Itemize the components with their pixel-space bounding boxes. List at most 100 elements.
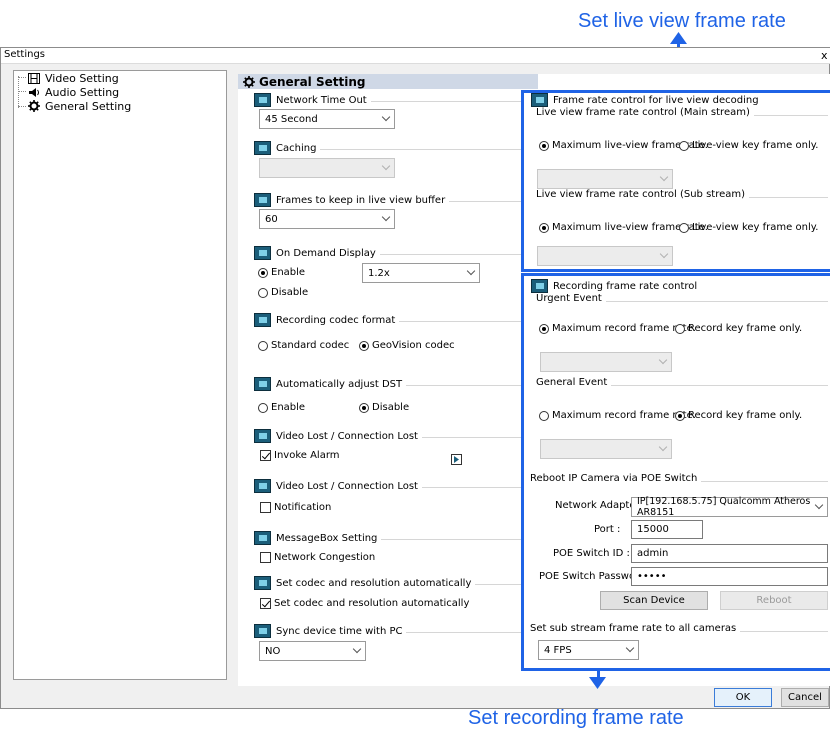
urgent-select[interactable]	[540, 352, 672, 372]
general-setting-panel: General Setting Network Time Out 45 Seco…	[238, 74, 830, 686]
play-arrow-icon[interactable]	[451, 454, 462, 465]
settings-window: Settings x Video Setting Audio Setting G…	[0, 47, 830, 709]
invoke-alarm-checkbox[interactable]: Invoke Alarm	[260, 450, 340, 461]
notification-checkbox[interactable]: Notification	[260, 502, 331, 513]
group-icon	[254, 141, 271, 155]
page-title: General Setting	[259, 74, 366, 89]
group-icon	[531, 279, 548, 293]
urgent-max-radio[interactable]: Maximum record frame rate.	[539, 323, 696, 334]
general-event-select[interactable]	[540, 439, 672, 459]
settings-tree: Video Setting Audio Setting General Sett…	[13, 70, 227, 680]
tree-item-audio[interactable]: Audio Setting	[28, 85, 119, 99]
select-value: NO	[265, 645, 281, 657]
standard-codec-radio[interactable]: Standard codec	[258, 340, 349, 351]
frames-buffer-select[interactable]: 60	[259, 209, 395, 229]
chevron-down-icon	[381, 112, 391, 122]
radio-dot	[675, 410, 685, 421]
group-header: Video Lost / Connection Lost	[254, 479, 422, 493]
radio-label: Standard codec	[271, 340, 350, 351]
checkbox-label: Notification	[274, 502, 332, 513]
sync-time-group: Sync device time with PC	[254, 624, 524, 638]
tree-item-video[interactable]: Video Setting	[28, 71, 119, 85]
ok-button[interactable]: OK	[714, 688, 772, 707]
radio-dot	[679, 222, 689, 233]
group-header: On Demand Display	[254, 246, 380, 260]
live-sub-key-radio[interactable]: Live-view key frame only.	[679, 222, 818, 233]
tree-item-general[interactable]: General Setting	[28, 99, 131, 113]
set-codec-checkbox[interactable]: Set codec and resolution automatically	[260, 598, 469, 609]
radio-dot	[675, 323, 685, 334]
on-demand-group: On Demand Display	[254, 246, 524, 260]
group-label: Urgent Event	[536, 293, 602, 304]
urgent-key-radio[interactable]: Record key frame only.	[675, 323, 802, 334]
checkbox-box	[260, 450, 271, 461]
on-demand-zoom-select[interactable]: 1.2x	[362, 263, 480, 283]
window-title: Settings	[4, 49, 46, 60]
radio-dot	[679, 140, 689, 151]
general-event-group: General Event	[536, 377, 828, 388]
network-adapter-select[interactable]: IP[192.168.5.75] Qualcomm Atheros AR8151	[631, 496, 828, 518]
radio-dot	[258, 267, 268, 278]
group-label: Reboot IP Camera via POE Switch	[530, 473, 698, 484]
poe-password-input[interactable]: •••••	[631, 567, 828, 586]
select-value: IP[192.168.5.75] Qualcomm Atheros AR8151	[637, 496, 811, 518]
group-label: General Event	[536, 377, 608, 388]
radio-label: Disable	[372, 402, 410, 413]
group-label: Live view frame rate control (Sub stream…	[536, 189, 746, 200]
group-icon	[254, 576, 271, 590]
video-lost-notification-group: Video Lost / Connection Lost	[254, 479, 524, 493]
checkbox-label: Invoke Alarm	[274, 450, 340, 461]
poe-group: Reboot IP Camera via POE Switch	[530, 473, 828, 484]
input-value: •••••	[637, 571, 667, 582]
network-congestion-checkbox[interactable]: Network Congestion	[260, 552, 375, 563]
messagebox-group: MessageBox Setting	[254, 531, 524, 545]
cancel-button[interactable]: Cancel	[781, 688, 829, 707]
callout-recording: Set recording frame rate	[468, 707, 684, 729]
group-icon	[254, 479, 271, 493]
chevron-down-icon	[381, 161, 391, 171]
group-header: Urgent Event	[536, 293, 606, 304]
chevron-down-icon	[658, 442, 668, 452]
live-main-select[interactable]	[537, 169, 673, 189]
group-label: Set codec and resolution automatically	[276, 577, 472, 589]
radio-dot	[258, 340, 268, 351]
group-label: Frame rate control for live view decodin…	[553, 94, 759, 106]
caching-select[interactable]	[259, 158, 395, 178]
close-icon[interactable]: x	[821, 49, 828, 62]
radio-label: Record key frame only.	[688, 323, 803, 334]
scan-device-button[interactable]: Scan Device	[600, 591, 708, 610]
live-sub-select[interactable]	[537, 246, 673, 266]
port-input[interactable]: 15000	[631, 520, 703, 539]
group-header: Sync device time with PC	[254, 624, 407, 638]
group-label: Set sub stream frame rate to all cameras	[530, 623, 737, 634]
live-main-key-radio[interactable]: Live-view key frame only.	[679, 140, 818, 151]
on-demand-enable-radio[interactable]: Enable	[258, 267, 305, 278]
dst-group: Automatically adjust DST	[254, 377, 524, 391]
reboot-button[interactable]: Reboot	[720, 591, 828, 610]
group-header: Video Lost / Connection Lost	[254, 429, 422, 443]
group-header: Automatically adjust DST	[254, 377, 407, 391]
poe-switch-id-input[interactable]: admin	[631, 544, 828, 563]
select-value: 60	[265, 213, 278, 225]
dst-enable-radio[interactable]: Enable	[258, 402, 305, 413]
network-timeout-group: Network Time Out	[254, 93, 524, 107]
checkbox-box	[260, 598, 271, 609]
on-demand-disable-radio[interactable]: Disable	[258, 287, 308, 298]
dst-disable-radio[interactable]: Disable	[359, 402, 409, 413]
geovision-codec-radio[interactable]: GeoVision codec	[359, 340, 455, 351]
chevron-down-icon	[625, 643, 635, 653]
group-label: MessageBox Setting	[276, 532, 378, 544]
sub-stream-fps-select[interactable]: 4 FPS	[538, 640, 639, 660]
chevron-down-icon	[352, 644, 362, 654]
network-timeout-select[interactable]: 45 Second	[259, 109, 395, 129]
button-label: Scan Device	[623, 595, 685, 606]
input-value: admin	[637, 548, 669, 559]
chevron-down-icon	[658, 355, 668, 365]
gear-icon	[28, 100, 40, 112]
sync-time-select[interactable]: NO	[259, 641, 366, 661]
arrow-down-icon	[589, 677, 606, 689]
radio-dot	[539, 323, 549, 334]
select-value: 45 Second	[265, 113, 318, 125]
general-key-radio[interactable]: Record key frame only.	[675, 410, 802, 421]
general-max-radio[interactable]: Maximum record frame rate.	[539, 410, 696, 421]
